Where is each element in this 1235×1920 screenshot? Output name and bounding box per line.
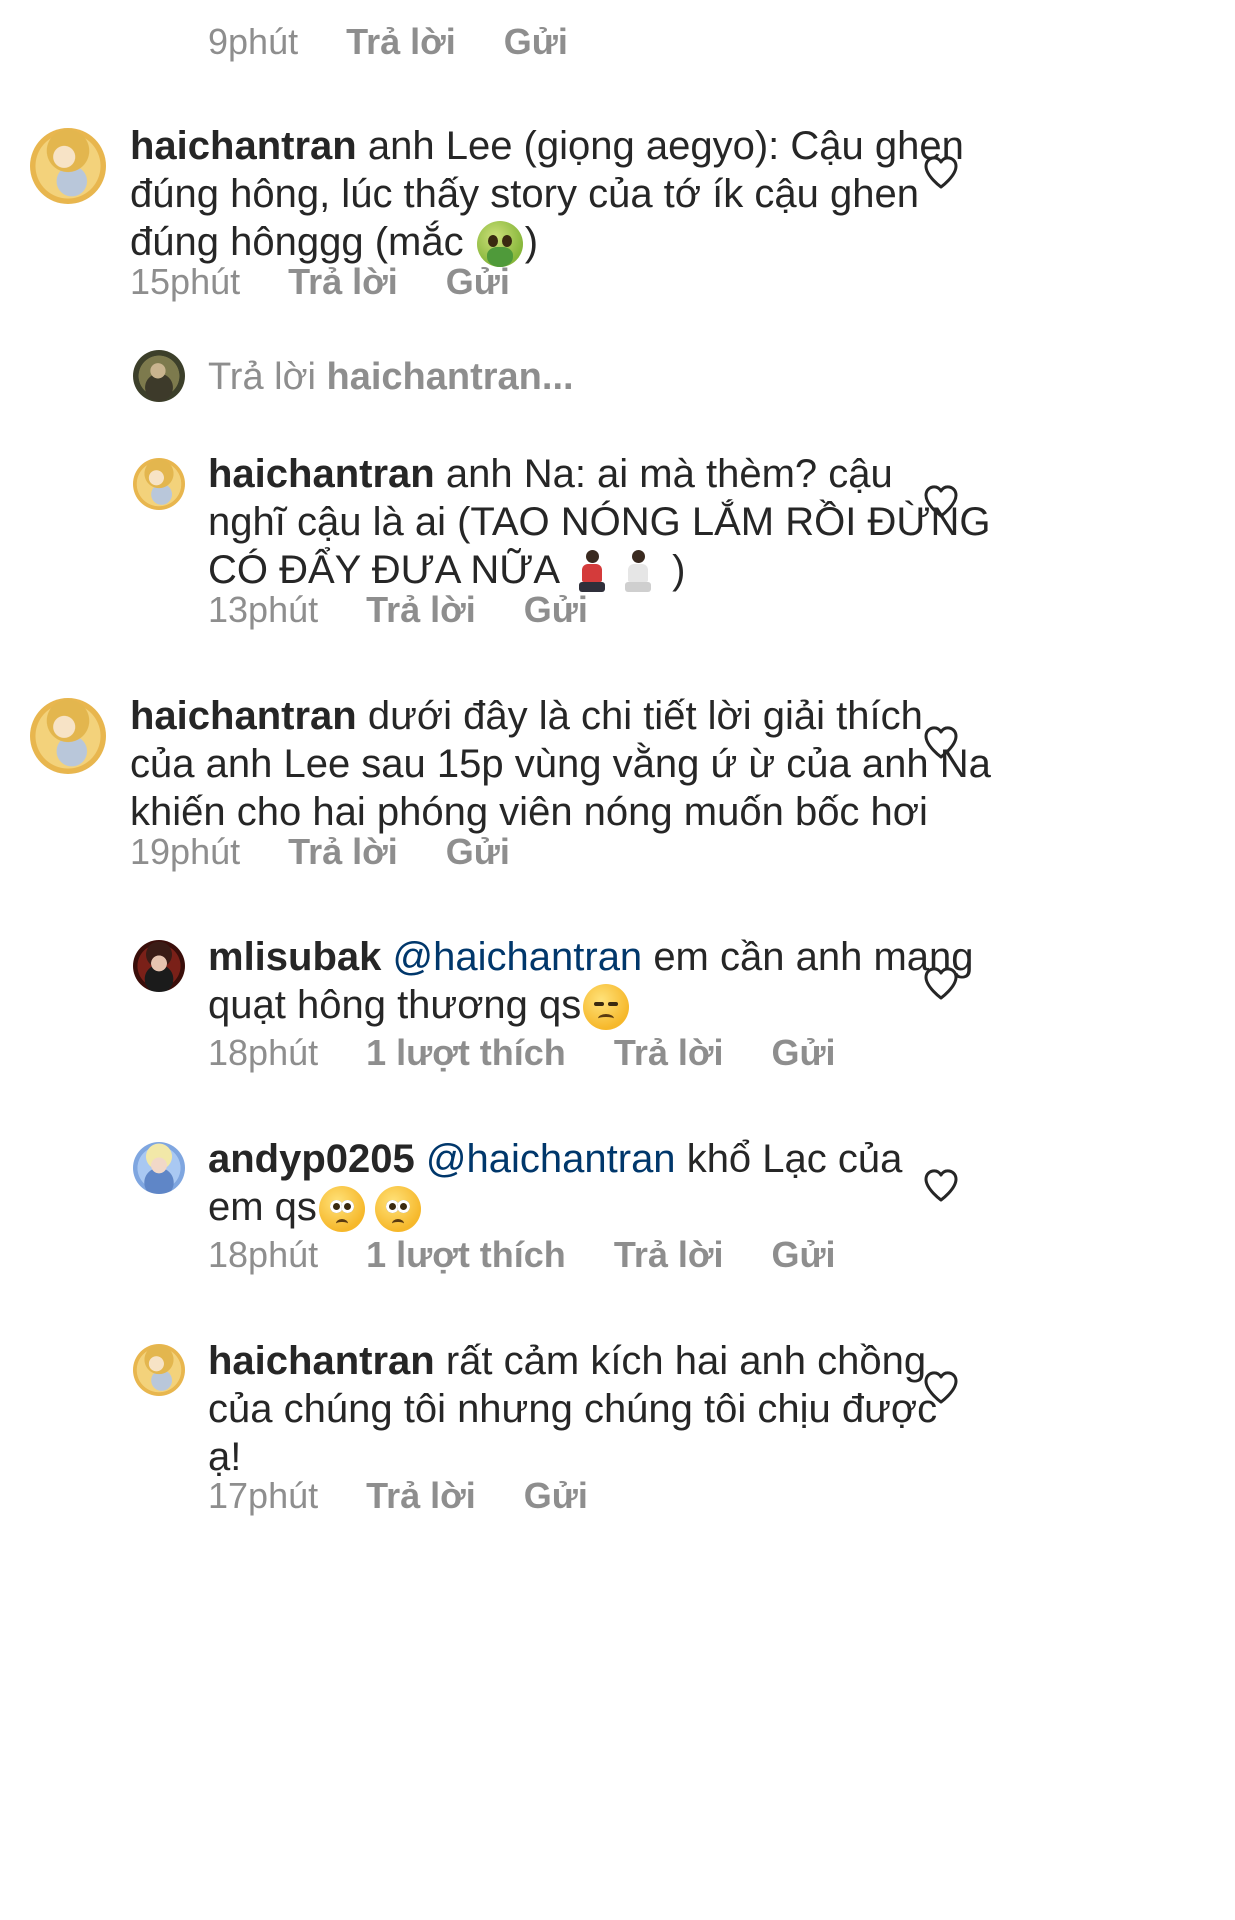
comment-time: 17phút <box>208 1475 319 1516</box>
comment-username[interactable]: haichantran <box>130 694 357 738</box>
comment-line-1: haichantran anh Na: ai mà thèm? cậu <box>208 452 893 496</box>
send-button[interactable]: Gửi <box>771 1234 835 1275</box>
comment-meta-row: 17phút Trả lời Gửi <box>208 1474 588 1518</box>
comment-username[interactable]: haichantran <box>130 124 357 168</box>
likes-count[interactable]: 1 lượt thích <box>366 1032 566 1073</box>
comment-meta-row: 15phút Trả lời Gửi <box>130 260 510 304</box>
mention-link[interactable]: @haichantran <box>393 935 643 979</box>
comment-time: 13phút <box>208 589 319 630</box>
comment-line-2: của chúng tôi nhưng chúng tôi chịu được <box>208 1387 938 1431</box>
heart-icon[interactable] <box>921 481 961 521</box>
reply-button[interactable]: Trả lời <box>614 1234 724 1275</box>
comment-body: andyp0205 @haichantran khổ Lạc của em qs <box>208 1135 903 1233</box>
send-button[interactable]: Gửi <box>524 589 588 630</box>
disappointed-face-icon <box>583 984 630 1031</box>
comment-line-2: của anh Lee sau 15p vùng vằng ứ ừ của an… <box>130 742 991 786</box>
current-user-avatar <box>133 350 185 402</box>
likes-count[interactable]: 1 lượt thích <box>366 1234 566 1275</box>
comment-meta-row: 18phút 1 lượt thích Trả lời Gửi <box>208 1233 836 1277</box>
comment-line-1: haichantran dưới đây là chi tiết lời giả… <box>130 694 923 738</box>
reply-button[interactable]: Trả lời <box>366 1475 476 1516</box>
heart-icon[interactable] <box>921 1367 961 1407</box>
comment-time: 15phút <box>130 261 241 302</box>
reply-button[interactable]: Trả lời <box>288 831 398 872</box>
pleading-face-icon <box>374 1186 421 1233</box>
comment-body: mlisubak @haichantran em cần anh mang qu… <box>208 933 974 1031</box>
comment-line-1: andyp0205 @haichantran khổ Lạc của <box>208 1137 903 1181</box>
comment-line-2: quạt hông thương qs <box>208 981 974 1031</box>
comment-meta-row: 19phút Trả lời Gửi <box>130 830 510 874</box>
send-button[interactable]: Gửi <box>446 831 510 872</box>
heart-icon[interactable] <box>921 963 961 1003</box>
comment-time: 9phút <box>208 21 299 62</box>
pleading-face-icon <box>318 1186 365 1233</box>
heart-icon[interactable] <box>921 1165 961 1205</box>
comment-meta-row: 13phút Trả lời Gửi <box>208 588 588 632</box>
comment-meta-row: 18phút 1 lượt thích Trả lời Gửi <box>208 1031 836 1075</box>
comment-username[interactable]: haichantran <box>208 452 435 496</box>
comment-body: haichantran rất cảm kích hai anh chồng c… <box>208 1337 937 1481</box>
avatar[interactable] <box>133 940 185 992</box>
avatar[interactable] <box>30 698 106 774</box>
comment-line-3: khiến cho hai phóng viên nóng muốn bốc h… <box>130 790 928 834</box>
avatar[interactable] <box>133 1142 185 1194</box>
comment-username[interactable]: andyp0205 <box>208 1137 415 1181</box>
reply-button[interactable]: Trả lời <box>366 589 476 630</box>
avatar[interactable] <box>133 1344 185 1396</box>
reply-input[interactable]: Trả lời haichantran... <box>208 354 574 400</box>
comment-line-1: haichantran rất cảm kích hai anh chồng <box>208 1339 927 1383</box>
avatar[interactable] <box>30 128 106 204</box>
avatar[interactable] <box>133 458 185 510</box>
comment-username[interactable]: mlisubak <box>208 935 381 979</box>
comment-line-1: haichantran anh Lee (giọng aegyo): Cậu g… <box>130 124 964 168</box>
comment-body: haichantran anh Na: ai mà thèm? cậu nghĩ… <box>208 450 991 594</box>
send-button[interactable]: Gửi <box>504 21 568 62</box>
heart-icon[interactable] <box>921 152 961 192</box>
send-button[interactable]: Gửi <box>524 1475 588 1516</box>
comment-time: 18phút <box>208 1234 319 1275</box>
reply-button[interactable]: Trả lời <box>288 261 398 302</box>
mention-link[interactable]: @haichantran <box>426 1137 676 1181</box>
reply-button[interactable]: Trả lời <box>346 21 456 62</box>
comment-username[interactable]: haichantran <box>208 1339 435 1383</box>
comment-meta-row: 9phút Trả lời Gửi <box>208 20 568 64</box>
kneeling-person-icon <box>623 550 653 594</box>
comment-line-2: nghĩ cậu là ai (TAO NÓNG LẮM RỒI ĐỪNG <box>208 500 991 544</box>
comment-body: haichantran anh Lee (giọng aegyo): Cậu g… <box>130 122 964 268</box>
comment-line-2: em qs <box>208 1183 902 1233</box>
comment-line-1: mlisubak @haichantran em cần anh mang <box>208 935 974 979</box>
send-button[interactable]: Gửi <box>446 261 510 302</box>
heart-icon[interactable] <box>921 722 961 762</box>
send-button[interactable]: Gửi <box>771 1032 835 1073</box>
reply-button[interactable]: Trả lời <box>614 1032 724 1073</box>
comment-time: 19phút <box>130 831 241 872</box>
comment-time: 18phút <box>208 1032 319 1073</box>
comment-line-2: đúng hông, lúc thấy story của tớ ík cậu … <box>130 172 919 216</box>
comment-body: haichantran dưới đây là chi tiết lời giả… <box>130 692 991 836</box>
